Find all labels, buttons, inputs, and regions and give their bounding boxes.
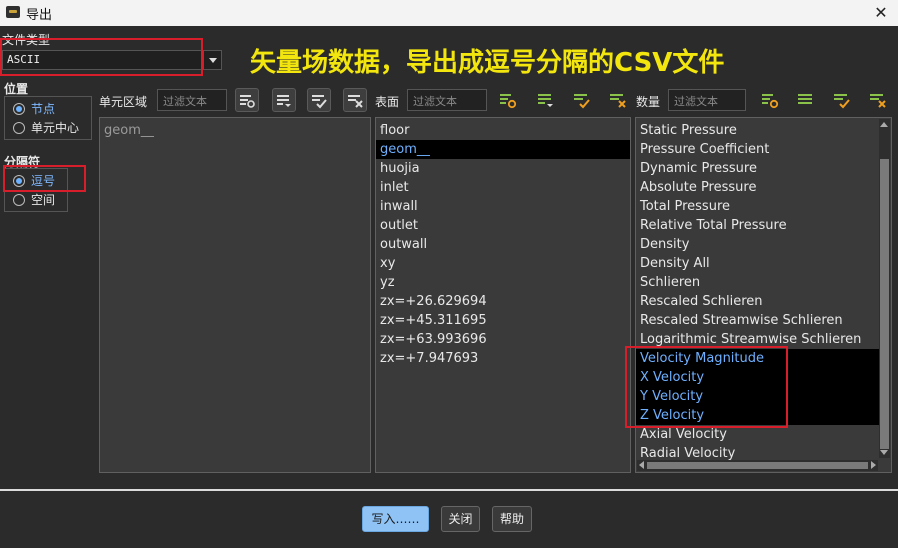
list-item[interactable]: Pressure Coefficient: [636, 140, 879, 159]
scroll-right-icon[interactable]: [871, 461, 876, 469]
select-all-icon[interactable]: [307, 88, 331, 112]
list-item[interactable]: Static Pressure: [636, 121, 879, 140]
list-item[interactable]: xy: [376, 254, 630, 273]
list-item[interactable]: geom__: [376, 140, 630, 159]
select-all-icon[interactable]: [570, 88, 594, 112]
list-item[interactable]: yz: [376, 273, 630, 292]
radio-empty-icon: [13, 194, 25, 206]
list-item[interactable]: Relative Total Pressure: [636, 216, 879, 235]
list-item[interactable]: Rescaled Streamwise Schlieren: [636, 311, 879, 330]
list-icon[interactable]: [794, 88, 818, 112]
list-item[interactable]: inwall: [376, 197, 630, 216]
close-icon[interactable]: ✕: [870, 2, 892, 24]
select-all-icon[interactable]: [830, 88, 854, 112]
filter-icon[interactable]: [235, 88, 259, 112]
select-dropdown-icon[interactable]: [272, 88, 296, 112]
chevron-down-icon[interactable]: [203, 51, 221, 69]
select-dropdown-icon[interactable]: [534, 88, 558, 112]
surfaces-filter-input[interactable]: 过滤文本: [407, 89, 487, 111]
quantities-filter-input[interactable]: 过滤文本: [668, 89, 746, 111]
list-item[interactable]: Density All: [636, 254, 879, 273]
deselect-all-icon[interactable]: [866, 88, 890, 112]
list-item[interactable]: Dynamic Pressure: [636, 159, 879, 178]
list-item[interactable]: zx=+63.993696: [376, 330, 630, 349]
highlight-box-delimiter: [3, 165, 86, 192]
deselect-all-icon[interactable]: [343, 88, 367, 112]
list-item[interactable]: zx=+26.629694: [376, 292, 630, 311]
list-item[interactable]: Density: [636, 235, 879, 254]
app-icon: [6, 6, 20, 18]
scrollbar-thumb[interactable]: [880, 159, 889, 449]
scrollbar-thumb[interactable]: [647, 462, 868, 469]
list-item[interactable]: zx=+45.311695: [376, 311, 630, 330]
radio-space[interactable]: 空间: [13, 191, 55, 209]
list-item[interactable]: Total Pressure: [636, 197, 879, 216]
radio-selected-icon: [13, 103, 25, 115]
list-item[interactable]: outlet: [376, 216, 630, 235]
vertical-scrollbar[interactable]: [879, 119, 890, 458]
list-item[interactable]: Rescaled Schlieren: [636, 292, 879, 311]
annotation-text: 矢量场数据，导出成逗号分隔的CSV文件: [250, 48, 725, 78]
window-title: 导出: [26, 8, 53, 23]
radio-empty-icon: [13, 122, 25, 134]
title-bar: 导出 ✕: [0, 0, 898, 26]
surfaces-list[interactable]: floor geom__ huojia inlet inwall outlet outwal…: [375, 117, 631, 473]
quantities-label: 数量: [636, 95, 661, 109]
divider: [0, 489, 898, 491]
radio-node[interactable]: 节点: [13, 100, 55, 118]
cell-zones-filter-input[interactable]: 过滤文本: [157, 89, 227, 111]
cell-zones-label: 单元区域: [99, 95, 148, 109]
list-item[interactable]: zx=+7.947693: [376, 349, 630, 368]
radio-cell-center[interactable]: 单元中心: [13, 119, 79, 137]
list-item[interactable]: geom__: [100, 121, 370, 140]
list-item[interactable]: outwall: [376, 235, 630, 254]
highlight-box-velocity: [625, 346, 788, 428]
list-item[interactable]: huojia: [376, 159, 630, 178]
deselect-all-icon[interactable]: [606, 88, 630, 112]
location-label: 位置: [4, 82, 29, 96]
list-item[interactable]: inlet: [376, 178, 630, 197]
scroll-up-icon[interactable]: [880, 122, 888, 127]
filter-icon[interactable]: [758, 88, 782, 112]
highlight-box-file-type: [0, 38, 203, 76]
surfaces-label: 表面: [375, 95, 400, 109]
list-item[interactable]: floor: [376, 121, 630, 140]
scroll-left-icon[interactable]: [639, 461, 644, 469]
list-item[interactable]: Absolute Pressure: [636, 178, 879, 197]
horizontal-scrollbar[interactable]: [637, 460, 878, 471]
filter-icon[interactable]: [496, 88, 520, 112]
list-item[interactable]: Schlieren: [636, 273, 879, 292]
scroll-down-icon[interactable]: [880, 450, 888, 455]
write-button[interactable]: 写入……: [362, 506, 429, 532]
cell-zones-list[interactable]: geom__: [99, 117, 371, 473]
close-button[interactable]: 关闭: [441, 506, 480, 532]
help-button[interactable]: 帮助: [492, 506, 532, 532]
